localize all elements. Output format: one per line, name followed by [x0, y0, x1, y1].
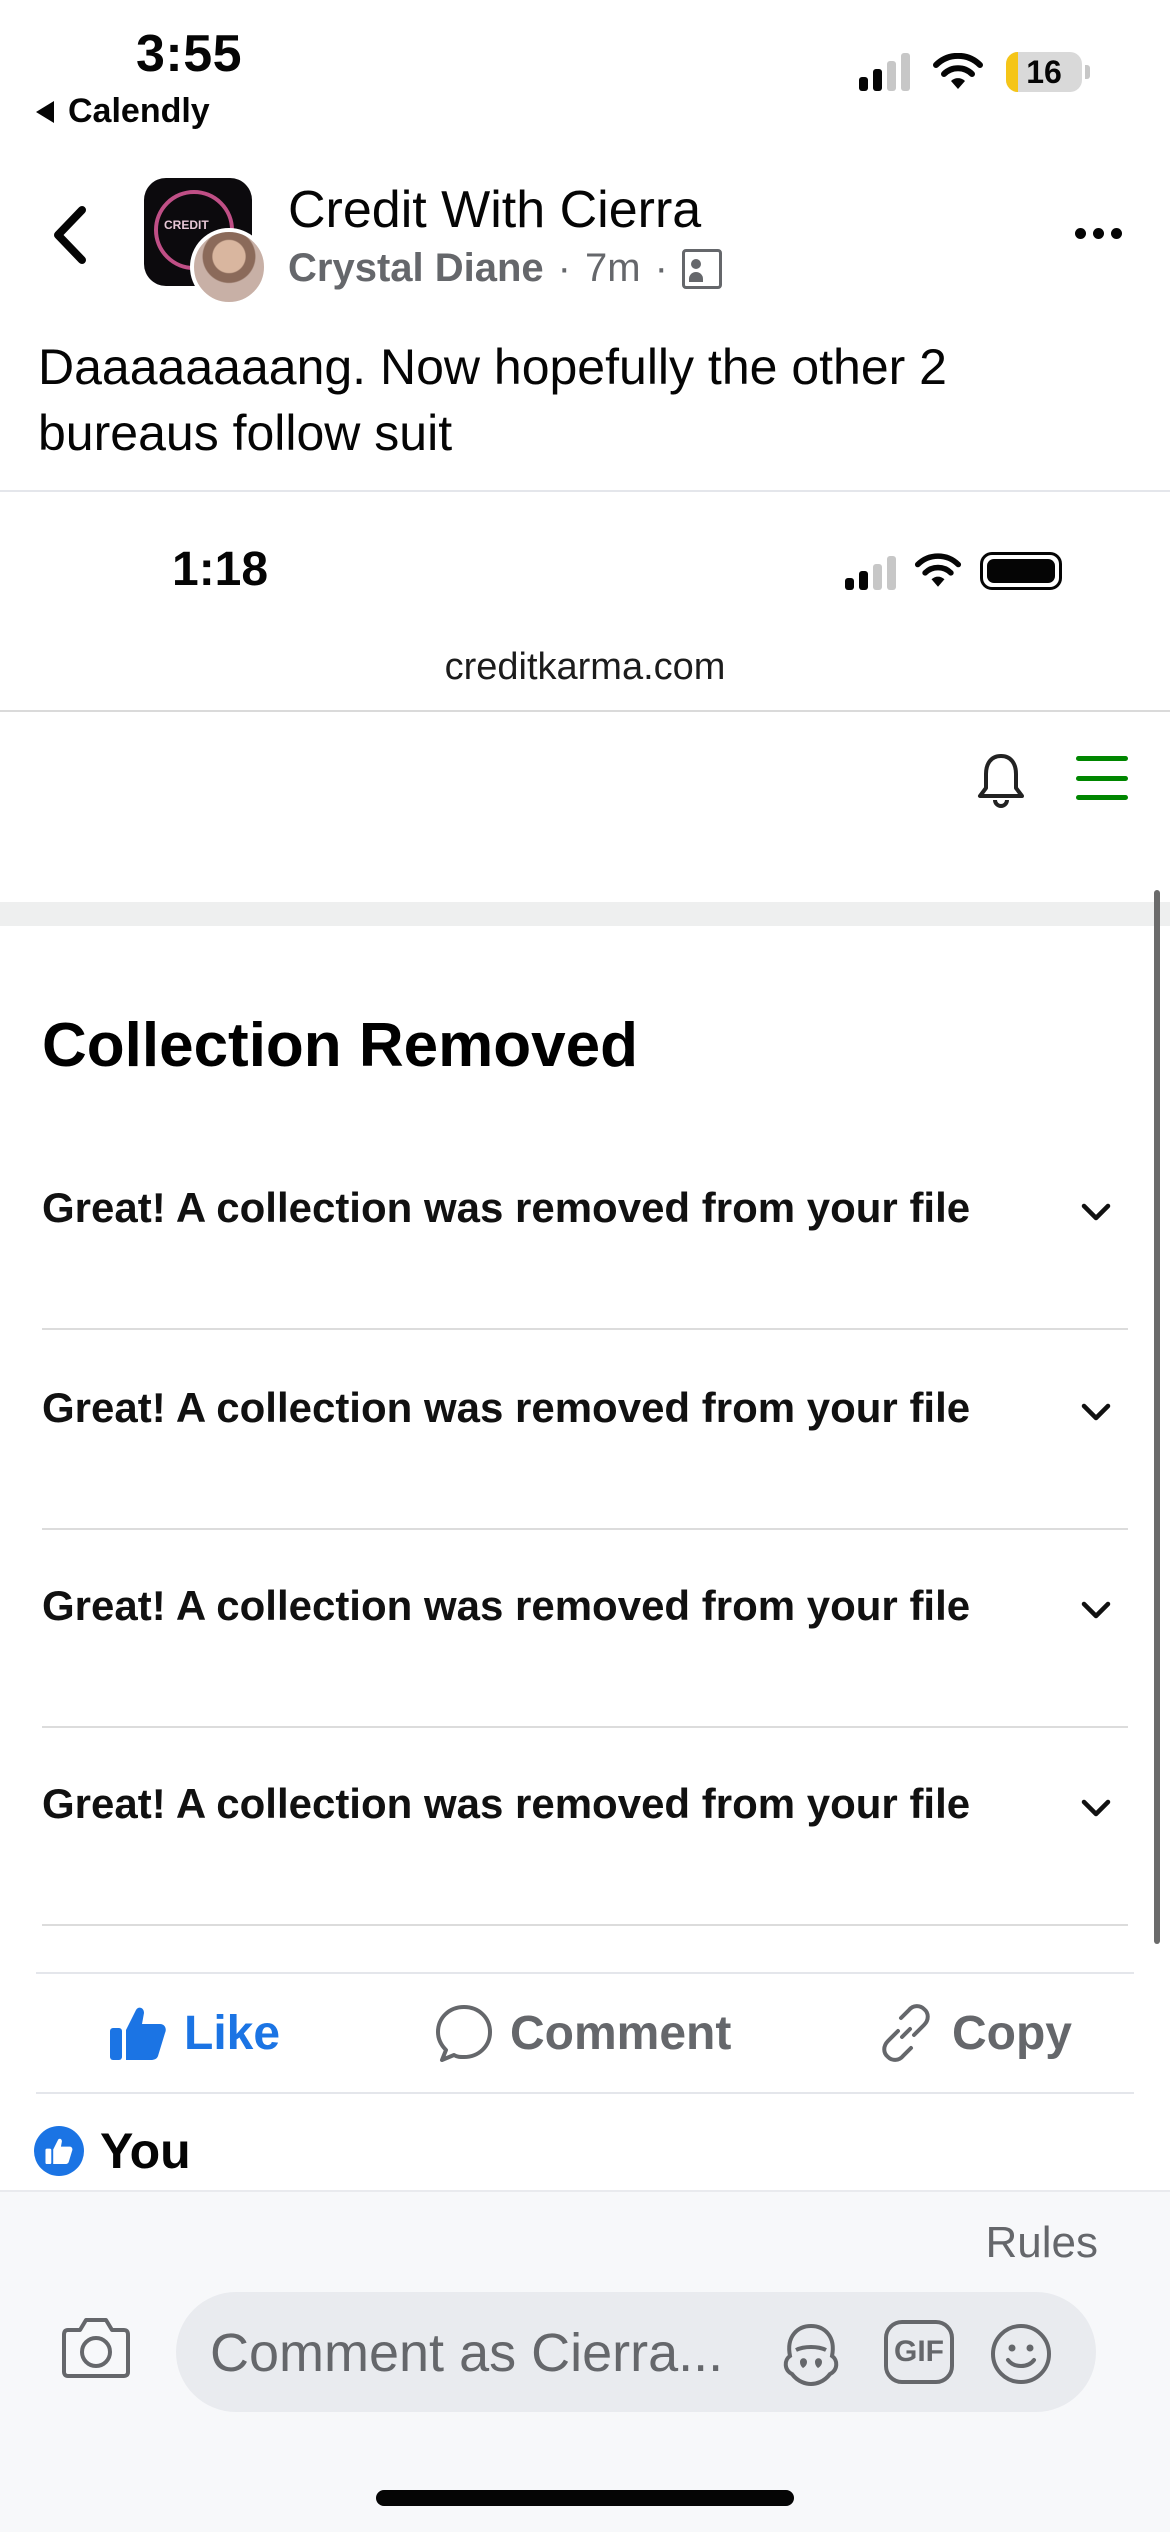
- like-reaction-icon: [34, 2126, 84, 2176]
- comment-placeholder: Comment as Cierra...: [210, 2323, 724, 2383]
- copy-label: Copy: [952, 2006, 1072, 2060]
- meta-separator: ·: [654, 246, 668, 290]
- page-name[interactable]: Credit With Cierra: [288, 180, 701, 240]
- audience-icon: [681, 248, 722, 289]
- chevron-down-icon: [1081, 1799, 1111, 1817]
- chevron-down-icon: [1081, 1203, 1111, 1221]
- like-button[interactable]: Like: [108, 1974, 280, 2092]
- post-actions: Like Comment Copy: [0, 1974, 1170, 2092]
- back-to-app-link[interactable]: Calendly: [36, 92, 210, 131]
- screenshot-signal-icon: [845, 552, 896, 590]
- rules-link[interactable]: Rules: [986, 2218, 1099, 2268]
- section-band: [0, 902, 1170, 926]
- emoji-icon[interactable]: [986, 2322, 1056, 2386]
- author-avatar[interactable]: [190, 228, 268, 306]
- post-text: Daaaaaaaang. Now hopefully the other 2 b…: [38, 339, 947, 461]
- like-icon: [110, 2007, 166, 2060]
- collection-row-label: Great! A collection was removed from you…: [42, 1780, 971, 1827]
- menu-icon: [1076, 756, 1128, 800]
- copy-link-button[interactable]: Copy: [876, 1974, 1072, 2092]
- screenshot-wifi-icon: [914, 553, 962, 587]
- comment-input[interactable]: Comment as Cierra... GIF: [176, 2292, 1096, 2412]
- screenshot-urlbar-divider: [0, 710, 1170, 712]
- gif-icon[interactable]: GIF: [884, 2320, 954, 2384]
- home-indicator: [376, 2490, 794, 2506]
- screenshot-time: 1:18: [172, 543, 269, 596]
- comment-label: Comment: [510, 2006, 732, 2060]
- comment-icon: [436, 2005, 492, 2062]
- screenshot-battery-icon: [980, 552, 1062, 590]
- chevron-down-icon: [1081, 1601, 1111, 1619]
- screenshot-title: Collection Removed: [42, 1011, 638, 1080]
- back-app-label: Calendly: [68, 92, 210, 130]
- screenshot-url: creditkarma.com: [444, 646, 726, 688]
- status-time: 3:55: [136, 25, 243, 83]
- reactions-who: You: [100, 2123, 191, 2179]
- back-triangle-icon: [36, 100, 54, 123]
- cellular-signal-icon: [859, 53, 910, 91]
- collection-row: Great! A collection was removed from you…: [42, 1726, 1128, 1926]
- post-time[interactable]: 7m: [585, 246, 641, 291]
- avatar-sticker-icon[interactable]: [776, 2322, 846, 2386]
- wifi-icon: [933, 53, 983, 89]
- post-meta: Crystal Diane · 7m ·: [288, 246, 722, 291]
- post-image-screenshot[interactable]: 1:18 creditkarma.com Collection Removed …: [0, 492, 1170, 1944]
- collection-row: Great! A collection was removed from you…: [42, 1528, 1128, 1728]
- bell-icon: [978, 754, 1024, 808]
- author-name[interactable]: Crystal Diane: [288, 246, 544, 291]
- collection-row: Great! A collection was removed from you…: [42, 1130, 1128, 1330]
- battery-icon: 16: [1006, 52, 1090, 92]
- meta-separator: ·: [557, 246, 571, 290]
- status-icons: 16: [859, 52, 1090, 92]
- screenshot-status-icons: [845, 552, 1062, 590]
- screenshot-scrollbar: [1154, 890, 1160, 1944]
- collection-row: Great! A collection was removed from you…: [42, 1330, 1128, 1530]
- chevron-down-icon: [1081, 1403, 1111, 1421]
- post-header: CREDIT Credit With Cierra Crystal Diane …: [0, 170, 1170, 306]
- comment-composer: Rules Comment as Cierra... GIF: [0, 2190, 1170, 2532]
- comment-button[interactable]: Comment: [434, 1974, 731, 2092]
- back-chevron-icon[interactable]: [42, 202, 98, 268]
- collection-row-label: Great! A collection was removed from you…: [42, 1184, 971, 1231]
- collection-row-label: Great! A collection was removed from you…: [42, 1384, 971, 1431]
- more-options-button[interactable]: [1075, 228, 1122, 239]
- like-label: Like: [184, 2006, 281, 2060]
- page-avatar-logo-text: CREDIT: [164, 218, 209, 232]
- status-bar: 3:55 Calendly 16: [0, 0, 1170, 140]
- battery-level: 16: [1026, 53, 1062, 90]
- reactions-summary[interactable]: You: [34, 2122, 191, 2180]
- link-icon: [882, 2004, 930, 2062]
- divider: [36, 2092, 1134, 2094]
- collection-row-label: Great! A collection was removed from you…: [42, 1582, 971, 1629]
- more-icon: [1075, 228, 1086, 239]
- camera-icon[interactable]: [60, 2314, 132, 2380]
